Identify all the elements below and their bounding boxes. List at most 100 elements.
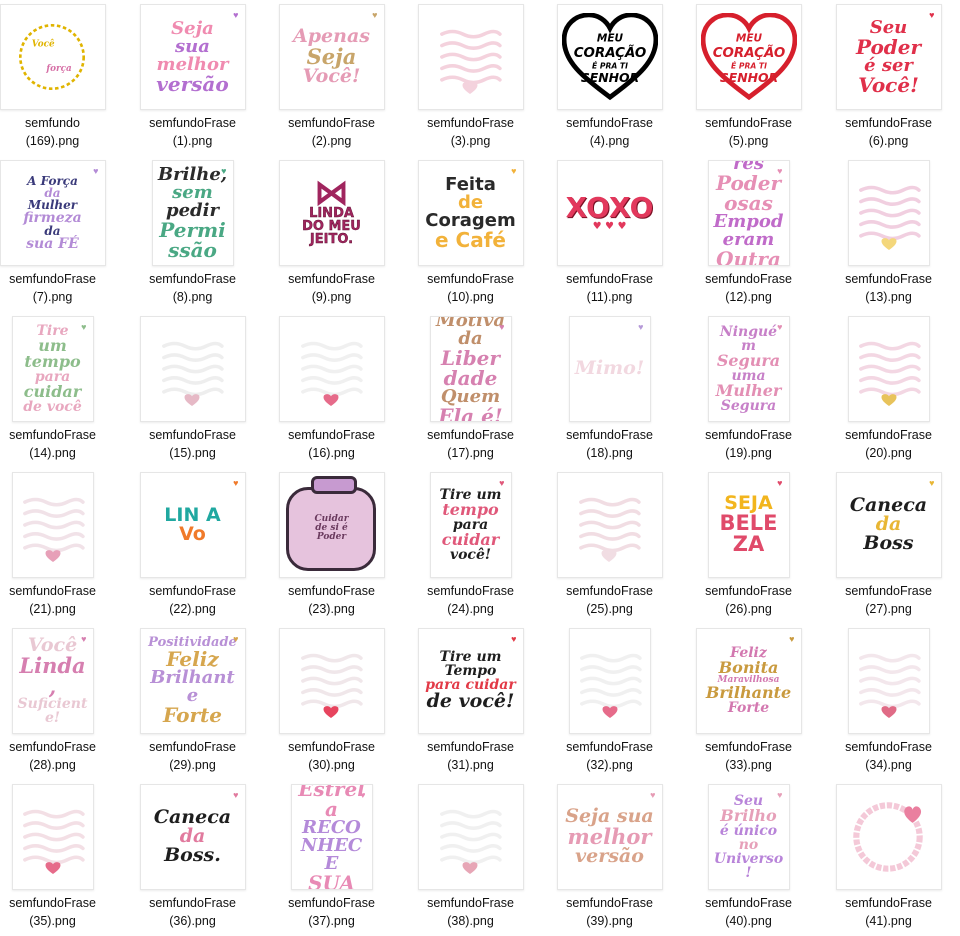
- file-name-label[interactable]: semfundoFrase (3).png: [401, 114, 540, 150]
- file-thumbnail[interactable]: MEU CORAÇÃO É PRA TI SENHOR: [556, 4, 663, 110]
- file-name-label[interactable]: semfundoFrase (33).png: [679, 738, 818, 774]
- file-thumbnail[interactable]: ♥ Motivada Liberdade Quem Ela é!: [429, 316, 512, 422]
- file-thumbnail[interactable]: [568, 628, 651, 734]
- file-item[interactable]: ♥ Feliz Bonita Maravilhosa Brilhante Forte sem…: [679, 624, 818, 780]
- file-name-label[interactable]: semfundoFrase (26).png: [679, 582, 818, 618]
- file-item[interactable]: ♥ Tire um tempo para cuidar de você semfundoFr…: [0, 312, 122, 468]
- file-name-label[interactable]: semfundoFrase (13).png: [819, 270, 958, 306]
- file-item[interactable]: semfundoFrase (30).png: [262, 624, 401, 780]
- file-thumbnail[interactable]: ♥BrilheEstrelaRECONHECESUA LUZ!: [290, 784, 373, 890]
- file-item[interactable]: MEU CORAÇÃO É PRA TI SENHOR semfundoFrase (4)…: [540, 0, 679, 156]
- file-thumbnail[interactable]: ♥ Caneca da Boss.: [139, 784, 246, 890]
- file-item[interactable]: semfundoFrase (13).png: [819, 156, 958, 312]
- file-thumbnail[interactable]: ♥ Brilhe, sem pedir Permissão: [151, 160, 234, 266]
- file-name-label[interactable]: semfundoFrase (28).png: [0, 738, 122, 774]
- file-thumbnail[interactable]: [417, 4, 524, 110]
- file-name-label[interactable]: semfundoFrase (40).png: [679, 894, 818, 930]
- file-thumbnail[interactable]: ♥ Apenas Seja Você!: [278, 4, 385, 110]
- file-item[interactable]: semfundoFrase (15).png: [123, 312, 262, 468]
- file-item[interactable]: ♥ Brilhe, sem pedir Permissão semfundoFrase (8…: [123, 156, 262, 312]
- file-name-label[interactable]: semfundoFrase (18).png: [540, 426, 679, 462]
- file-thumbnail[interactable]: Você força: [0, 4, 106, 110]
- file-item[interactable]: ♥ Tire um Tempo para cuidar de você! semfund…: [401, 624, 540, 780]
- file-thumbnail[interactable]: ♥ Seja sua melhor versão: [139, 4, 246, 110]
- file-name-label[interactable]: semfundoFrase (35).png: [0, 894, 122, 930]
- file-item[interactable]: MEU CORAÇÃO É PRA TI SENHOR semfundoFrase (5)…: [679, 0, 818, 156]
- file-thumbnail[interactable]: ♥ LIN A Vo: [139, 472, 246, 578]
- file-name-label[interactable]: semfundoFrase (11).png: [540, 270, 679, 306]
- file-item[interactable]: semfundoFrase (38).png: [401, 780, 540, 936]
- file-thumbnail[interactable]: ♥ SEJA BELEZA: [707, 472, 790, 578]
- file-item[interactable]: ♥ Motivada Liberdade Quem Ela é! semfundoFras…: [401, 312, 540, 468]
- file-item[interactable]: ♥ Seu Poder é ser Você! semfundoFrase (6).png: [819, 0, 958, 156]
- file-thumbnail[interactable]: [847, 316, 930, 422]
- file-name-label[interactable]: semfundoFrase (12).png: [679, 270, 818, 306]
- file-name-label[interactable]: semfundoFrase (32).png: [540, 738, 679, 774]
- file-item[interactable]: semfundoFrase (3).png: [401, 0, 540, 156]
- file-name-label[interactable]: semfundoFrase (10).png: [401, 270, 540, 306]
- file-thumbnail[interactable]: MEU CORAÇÃO É PRA TI SENHOR: [695, 4, 802, 110]
- file-item[interactable]: ♥ Seja sua melhor versão semfundoFrase (1).png: [123, 0, 262, 156]
- file-item[interactable]: ♥ Mimo! semfundoFrase (18).png: [540, 312, 679, 468]
- file-item[interactable]: XOXO ♥ ♥ ♥ semfundoFrase (11).png: [540, 156, 679, 312]
- file-thumbnail[interactable]: [835, 784, 942, 890]
- file-name-label[interactable]: semfundoFrase (20).png: [819, 426, 958, 462]
- file-name-label[interactable]: semfundoFrase (17).png: [401, 426, 540, 462]
- file-name-label[interactable]: semfundoFrase (36).png: [123, 894, 262, 930]
- file-thumbnail[interactable]: ⋈ LINDA DO MEU JEITO.: [278, 160, 385, 266]
- file-name-label[interactable]: semfundoFrase (30).png: [262, 738, 401, 774]
- file-thumbnail[interactable]: ♥MulheresPoderosasEmpoderamOutras: [707, 160, 790, 266]
- file-item[interactable]: ♥BrilheEstrelaRECONHECESUA LUZ! semfundoF…: [262, 780, 401, 936]
- file-item[interactable]: semfundoFrase (41).png: [819, 780, 958, 936]
- file-name-label[interactable]: semfundoFrase (9).png: [262, 270, 401, 306]
- file-name-label[interactable]: semfundoFrase (7).png: [0, 270, 122, 306]
- file-thumbnail[interactable]: ♥ Feliz Bonita Maravilhosa Brilhante Forte: [695, 628, 802, 734]
- file-thumbnail[interactable]: [847, 628, 930, 734]
- file-thumbnail[interactable]: [556, 472, 663, 578]
- file-thumbnail[interactable]: [417, 784, 524, 890]
- file-thumbnail[interactable]: Cuidar de si é Poder: [278, 472, 385, 578]
- file-item[interactable]: semfundoFrase (25).png: [540, 468, 679, 624]
- file-name-label[interactable]: semfundoFrase (2).png: [262, 114, 401, 150]
- file-thumbnail[interactable]: ♥ A Força da Mulher firmeza da sua FÉ: [0, 160, 106, 266]
- file-name-label[interactable]: semfundoFrase (15).png: [123, 426, 262, 462]
- file-name-label[interactable]: semfundoFrase (39).png: [540, 894, 679, 930]
- file-item[interactable]: semfundoFrase (16).png: [262, 312, 401, 468]
- file-name-label[interactable]: semfundoFrase (25).png: [540, 582, 679, 618]
- file-item[interactable]: Você força semfundo (169).png: [0, 0, 122, 156]
- file-item[interactable]: ♥ Caneca da Boss semfundoFrase (27).png: [819, 468, 958, 624]
- file-item[interactable]: ♥ Seu Brilho é único no Universo! semfundoFras…: [679, 780, 818, 936]
- file-item[interactable]: semfundoFrase (35).png: [0, 780, 122, 936]
- file-thumbnail[interactable]: ♥ Seja sua melhor versão: [556, 784, 663, 890]
- file-name-label[interactable]: semfundoFrase (21).png: [0, 582, 122, 618]
- file-item[interactable]: ♥ Feita de Coragem e Café semfundoFrase (10).p…: [401, 156, 540, 312]
- file-thumbnail[interactable]: [139, 316, 246, 422]
- file-name-label[interactable]: semfundoFrase (19).png: [679, 426, 818, 462]
- file-thumbnail[interactable]: ♥ Seu Brilho é único no Universo!: [707, 784, 790, 890]
- file-name-label[interactable]: semfundoFrase (6).png: [819, 114, 958, 150]
- file-thumbnail[interactable]: ♥ Tire um tempo para cuidar de você: [11, 316, 94, 422]
- file-thumbnail[interactable]: XOXO ♥ ♥ ♥: [556, 160, 663, 266]
- file-item[interactable]: ♥ Ninguém Segura uma Mulher Segura semfundoFra…: [679, 312, 818, 468]
- file-item[interactable]: ♥ Você Linda, Suficiente! semfundoFrase (28).…: [0, 624, 122, 780]
- file-item[interactable]: semfundoFrase (21).png: [0, 468, 122, 624]
- file-item[interactable]: Cuidar de si é Poder semfundoFrase (23).png: [262, 468, 401, 624]
- file-item[interactable]: ♥ SEJA BELEZA semfundoFrase (26).png: [679, 468, 818, 624]
- file-thumbnail[interactable]: [278, 628, 385, 734]
- file-name-label[interactable]: semfundoFrase (24).png: [401, 582, 540, 618]
- file-item[interactable]: semfundoFrase (20).png: [819, 312, 958, 468]
- file-thumbnail[interactable]: ♥ Tire um Tempo para cuidar de você!: [417, 628, 524, 734]
- file-name-label[interactable]: semfundoFrase (22).png: [123, 582, 262, 618]
- file-thumbnail[interactable]: [847, 160, 930, 266]
- file-thumbnail[interactable]: ♥ Ninguém Segura uma Mulher Segura: [707, 316, 790, 422]
- file-thumbnail[interactable]: ♥ Mimo!: [568, 316, 651, 422]
- file-item[interactable]: semfundoFrase (34).png: [819, 624, 958, 780]
- file-item[interactable]: ♥ Caneca da Boss. semfundoFrase (36).png: [123, 780, 262, 936]
- file-thumbnail[interactable]: ♥ Tire um tempo para cuidar você!: [429, 472, 512, 578]
- file-thumbnail[interactable]: ♥ Seu Poder é ser Você!: [835, 4, 942, 110]
- file-item[interactable]: ♥ Positividade Feliz Brilhante Forte semfundo…: [123, 624, 262, 780]
- file-name-label[interactable]: semfundoFrase (27).png: [819, 582, 958, 618]
- file-name-label[interactable]: semfundoFrase (37).png: [262, 894, 401, 930]
- file-name-label[interactable]: semfundo (169).png: [0, 114, 122, 150]
- file-name-label[interactable]: semfundoFrase (23).png: [262, 582, 401, 618]
